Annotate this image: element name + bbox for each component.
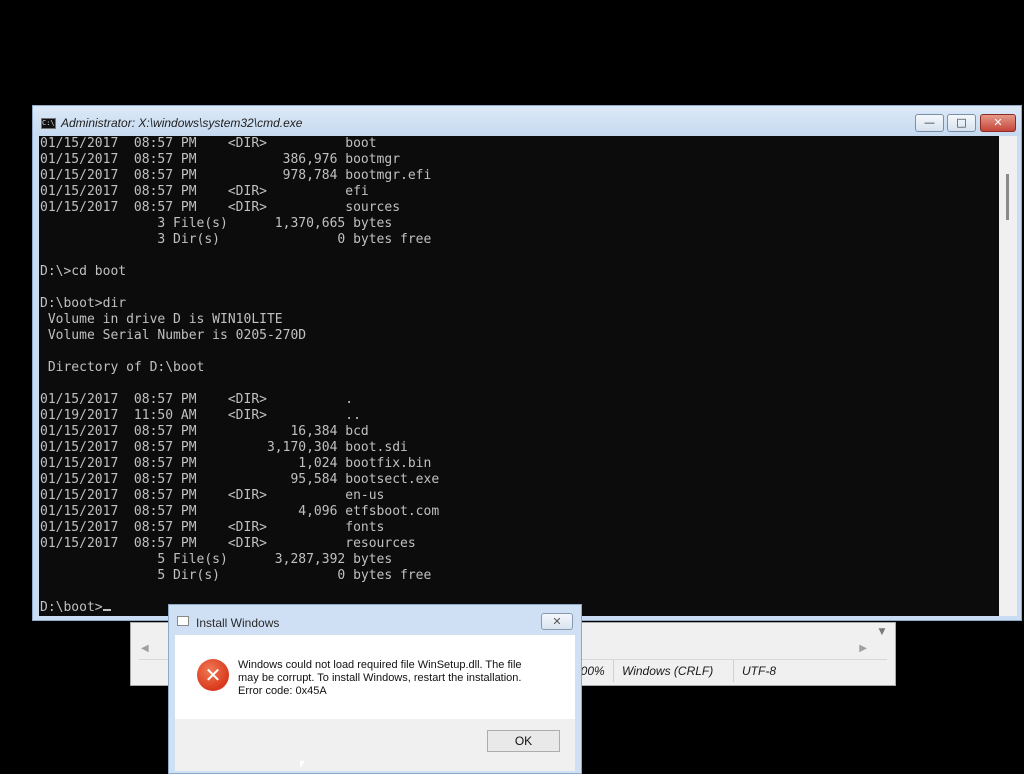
error-message: Windows could not load required file Win…	[238, 659, 558, 698]
install-windows-dialog: Install Windows ✕ ✕ Windows could not lo…	[168, 604, 582, 774]
dialog-close-button[interactable]: ✕	[541, 613, 573, 630]
encoding: UTF-8	[733, 660, 776, 682]
error-code: Error code: 0x45A	[238, 685, 327, 697]
line-ending: Windows (CRLF)	[613, 660, 713, 682]
console-line: 01/15/2017 08:57 PM 1,024 bootfix.bin	[40, 456, 432, 471]
cmd-window: C:\ Administrator: X:\windows\system32\c…	[32, 105, 1022, 621]
dialog-title: Install Windows	[196, 616, 280, 630]
cmd-title: Administrator: X:\windows\system32\cmd.e…	[61, 116, 303, 130]
console-line: Volume in drive D is WIN10LITE	[40, 312, 283, 327]
console-line: D:\boot>dir	[40, 296, 127, 311]
console-line: 01/15/2017 08:57 PM <DIR> sources	[40, 200, 401, 215]
text-cursor	[102, 609, 111, 611]
error-message-line: may be corrupt. To install Windows, rest…	[238, 672, 522, 684]
dialog-titlebar[interactable]: Install Windows ✕	[169, 605, 581, 633]
console-line: 01/15/2017 08:57 PM <DIR> .	[40, 392, 354, 407]
minimize-button[interactable]: —	[915, 114, 944, 132]
scroll-left-arrow-icon[interactable]: ◀	[141, 641, 149, 657]
console-line: 01/15/2017 08:57 PM <DIR> en-us	[40, 488, 385, 503]
console-line: 01/15/2017 08:57 PM 4,096 etfsboot.com	[40, 504, 440, 519]
maximize-button[interactable]: □	[947, 114, 976, 132]
console-line: 3 Dir(s) 0 bytes free	[40, 232, 432, 247]
console-line: 01/15/2017 08:57 PM 386,976 bootmgr	[40, 152, 401, 167]
scrollbar-thumb[interactable]	[1006, 174, 1009, 220]
scroll-down-arrow-icon[interactable]: ▼	[875, 625, 889, 639]
dialog-body: ✕ Windows could not load required file W…	[175, 635, 575, 719]
console-line: 01/15/2017 08:57 PM <DIR> resources	[40, 536, 416, 551]
scroll-right-arrow-icon[interactable]: ▶	[859, 641, 867, 657]
console-line: 5 Dir(s) 0 bytes free	[40, 568, 432, 583]
console-line: 5 File(s) 3,287,392 bytes	[40, 552, 393, 567]
console-lines: 01/15/2017 08:57 PM <DIR> boot 01/15/2017…	[39, 136, 999, 616]
console-line: Volume Serial Number is 0205-270D	[40, 328, 307, 343]
cmd-icon: C:\	[41, 118, 56, 129]
cmd-titlebar[interactable]: C:\ Administrator: X:\windows\system32\c…	[33, 106, 1021, 136]
close-button[interactable]: ✕	[980, 114, 1016, 132]
dialog-footer: OK	[175, 719, 575, 771]
console-line: 01/15/2017 08:57 PM 3,170,304 boot.sdi	[40, 440, 408, 455]
console-line: 01/15/2017 08:57 PM <DIR> fonts	[40, 520, 385, 535]
command-prompt: D:\boot>	[40, 600, 111, 615]
console-line: 01/19/2017 11:50 AM <DIR> ..	[40, 408, 361, 423]
window-icon	[177, 616, 189, 626]
console-output[interactable]: 01/15/2017 08:57 PM <DIR> boot 01/15/2017…	[39, 136, 999, 616]
console-line: 3 File(s) 1,370,665 bytes	[40, 216, 393, 231]
mouse-pointer-icon	[300, 761, 305, 768]
error-icon: ✕	[197, 659, 229, 691]
console-line: Directory of D:\boot	[40, 360, 205, 375]
console-line: 01/15/2017 08:57 PM <DIR> boot	[40, 136, 377, 151]
console-line: 01/15/2017 08:57 PM 16,384 bcd	[40, 424, 369, 439]
console-line: 01/15/2017 08:57 PM 978,784 bootmgr.efi	[40, 168, 432, 183]
console-line: 01/15/2017 08:57 PM 95,584 bootsect.exe	[40, 472, 440, 487]
console-line: D:\>cd boot	[40, 264, 127, 279]
ok-button[interactable]: OK	[487, 730, 560, 752]
console-line: 01/15/2017 08:57 PM <DIR> efi	[40, 184, 369, 199]
vertical-scrollbar[interactable]	[999, 136, 1017, 616]
error-message-line: Windows could not load required file Win…	[238, 659, 522, 671]
